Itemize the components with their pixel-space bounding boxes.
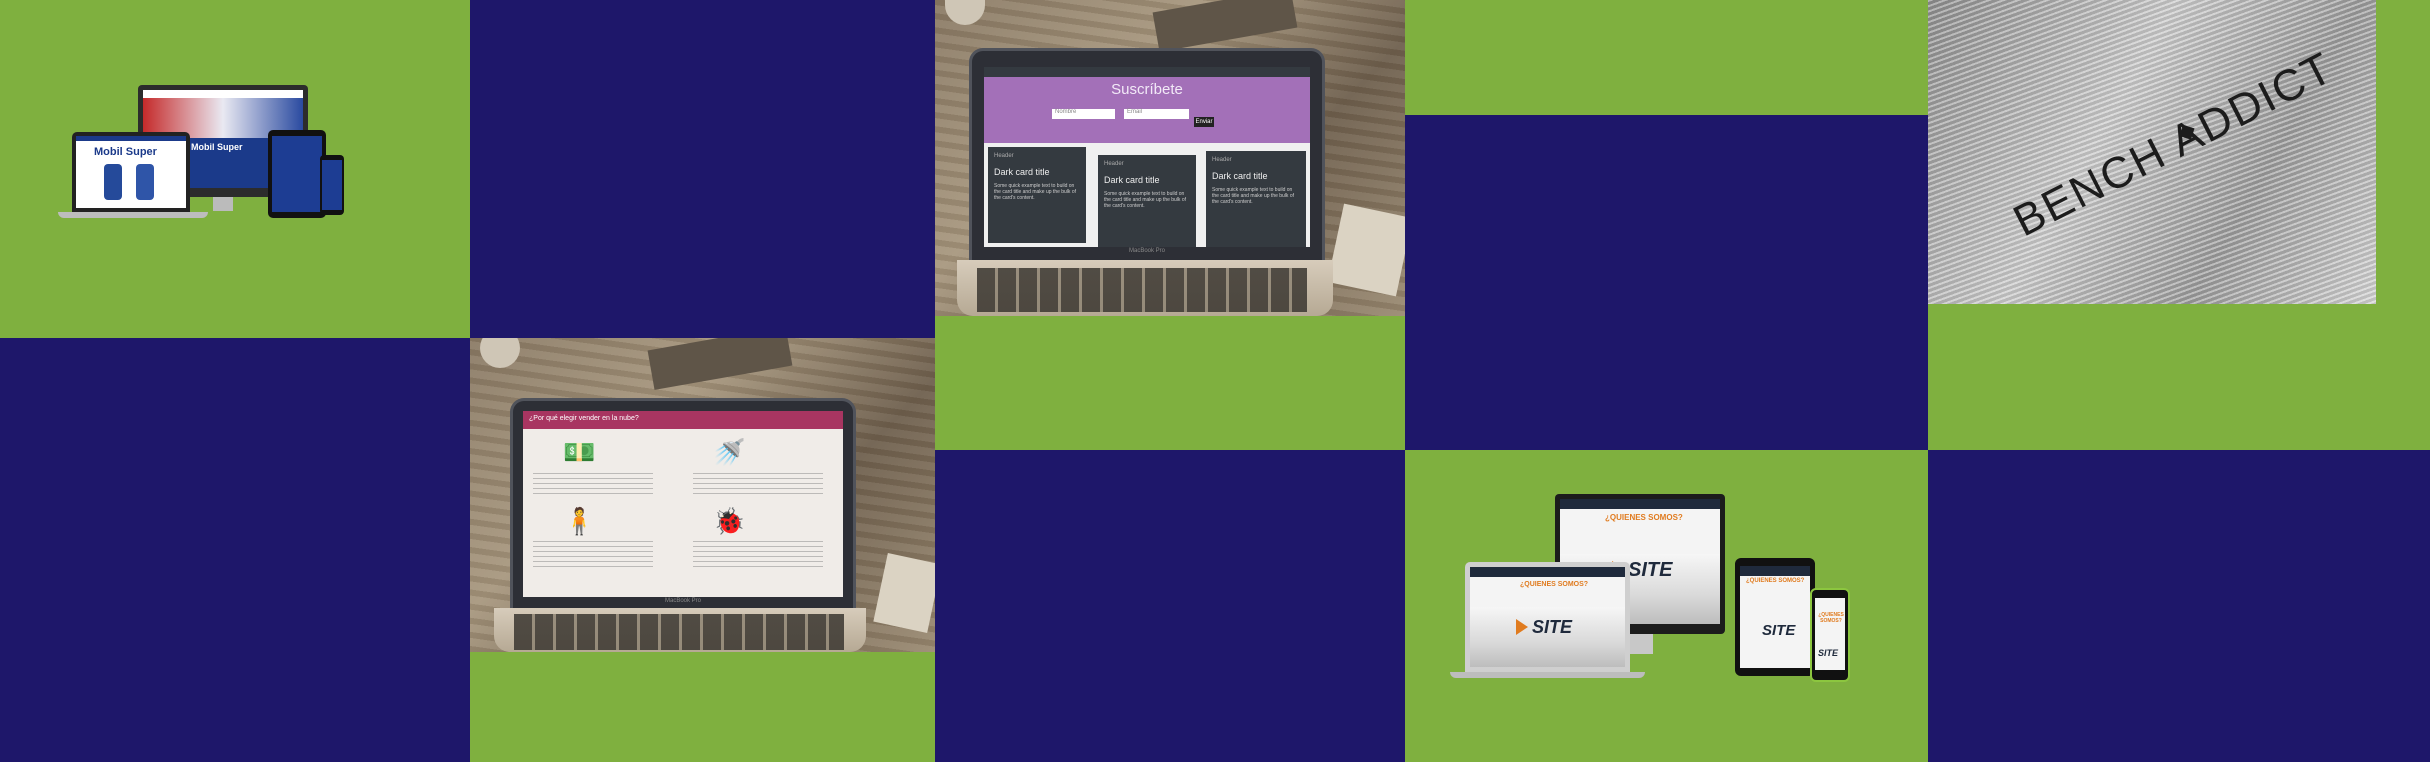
site-tablet: ¿QUIENES SOMOS? SITE: [1735, 558, 1815, 676]
mobil-laptop-brand: Mobil Super: [94, 146, 157, 158]
mobil-mockup[interactable]: Mobil Super Mobil Super: [50, 80, 355, 225]
suscribete-photo[interactable]: Suscríbete Nombre Email Enviar Header Da…: [935, 0, 1405, 316]
card-2-title: Dark card title: [1104, 175, 1160, 185]
tile-navy-1: [470, 0, 935, 338]
email-input[interactable]: Email: [1124, 109, 1189, 119]
card-3-header: Header: [1212, 157, 1232, 163]
shower-icon: 🚿: [713, 437, 746, 467]
site-desktop-heading: ¿QUIENES SOMOS?: [1605, 513, 1683, 522]
suscribete-title: Suscríbete: [1111, 81, 1183, 98]
porque-photo[interactable]: ¿Por qué elegir vender en la nube? 💵 🚿 🧍…: [470, 338, 935, 652]
card-1-header: Header: [994, 153, 1014, 159]
site-tablet-heading: ¿QUIENES SOMOS?: [1746, 578, 1805, 584]
person-icon: 🧍: [563, 506, 596, 536]
name-input[interactable]: Nombre: [1052, 109, 1115, 119]
card-1-text: Some quick example text to build on the …: [994, 183, 1076, 201]
tile-navy-4: [935, 450, 1405, 762]
dark-card-1: Header Dark card title Some quick exampl…: [988, 147, 1086, 243]
bench-addict-logo-photo[interactable]: BENCH ADDICT ◆: [1928, 0, 2376, 304]
bug-icon: 🐞: [713, 506, 746, 536]
suscribete-screen: Suscríbete Nombre Email Enviar Header Da…: [984, 67, 1310, 247]
mobil-tablet: [268, 130, 326, 218]
site-desktop-logo: SITE: [1628, 559, 1673, 581]
site-phone-logo: SITE: [1818, 648, 1839, 658]
card-3-title: Dark card title: [1212, 171, 1268, 181]
site-phone-heading: ¿QUIENES SOMOS?: [1818, 612, 1844, 624]
dark-card-2: Header Dark card title Some quick exampl…: [1098, 155, 1196, 247]
site-laptop-heading: ¿QUIENES SOMOS?: [1520, 581, 1589, 588]
site-tablet-logo: SITE: [1762, 622, 1796, 639]
tile-green-3: [1405, 0, 1928, 115]
tile-navy-2: [1405, 115, 1928, 450]
porque-header: ¿Por qué elegir vender en la nube?: [529, 415, 639, 422]
tile-navy-3: [0, 338, 470, 762]
site-phone: ¿QUIENES SOMOS? SITE: [1810, 588, 1850, 682]
money-icon: 💵: [563, 437, 596, 467]
bench-addict-logo-text: BENCH ADDICT: [2005, 42, 2342, 247]
dark-card-3: Header Dark card title Some quick exampl…: [1206, 151, 1306, 247]
tile-green-2: [935, 316, 1405, 450]
mobil-phone: [320, 155, 344, 215]
tile-navy-5: [1928, 450, 2430, 762]
card-1-title: Dark card title: [994, 167, 1050, 177]
site-laptop: ¿QUIENES SOMOS? SITE: [1465, 562, 1630, 672]
site-laptop-logo: SITE: [1532, 617, 1573, 637]
suscribete-device-label: MacBook Pro: [1128, 248, 1165, 254]
tile-green-5: [470, 652, 935, 762]
card-3-text: Some quick example text to build on the …: [1212, 187, 1294, 205]
porque-device-label: MacBook Pro: [664, 598, 701, 604]
suscribete-laptop: Suscríbete Nombre Email Enviar Header Da…: [969, 48, 1325, 264]
enviar-button[interactable]: Enviar: [1194, 117, 1214, 127]
mobil-desktop-brand: Mobil Super: [191, 142, 243, 152]
card-2-text: Some quick example text to build on the …: [1104, 191, 1186, 209]
porque-laptop: ¿Por qué elegir vender en la nube? 💵 🚿 🧍…: [510, 398, 856, 614]
site-mockup[interactable]: ¿QUIENES SOMOS? SITE ¿QUIENES SOMOS? SIT…: [1430, 492, 1850, 692]
mobil-laptop: Mobil Super: [72, 132, 190, 212]
card-2-header: Header: [1104, 161, 1124, 167]
porque-screen: ¿Por qué elegir vender en la nube? 💵 🚿 🧍…: [523, 411, 843, 597]
